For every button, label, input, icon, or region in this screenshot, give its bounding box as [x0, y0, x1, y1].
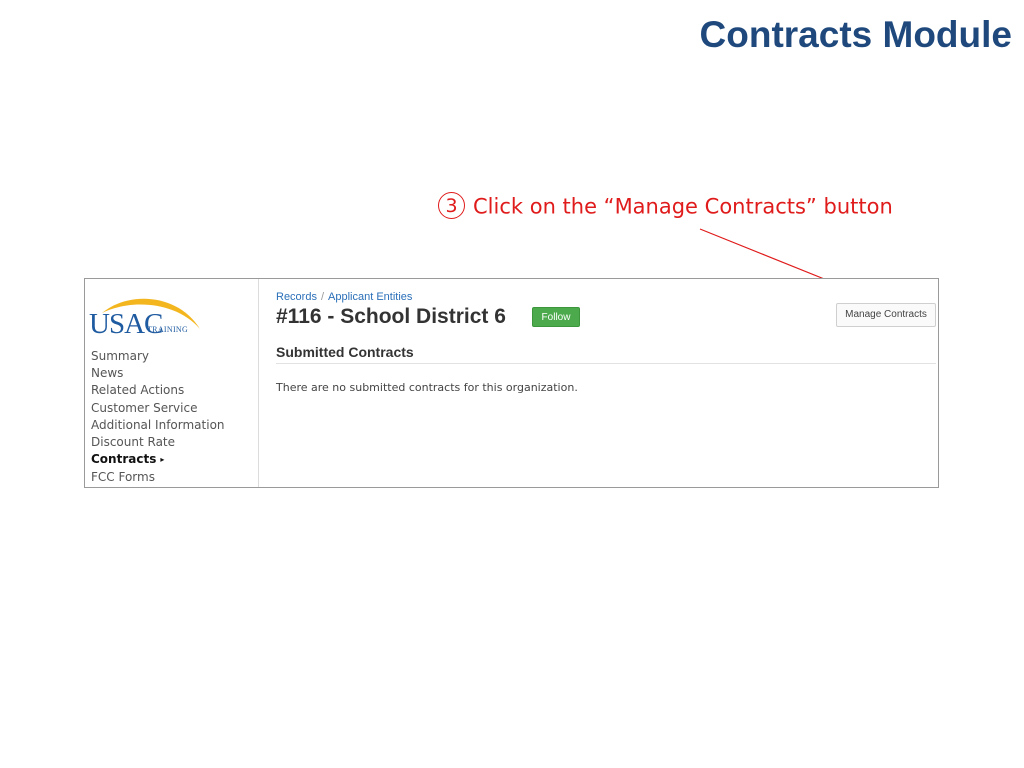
breadcrumb: Records / Applicant Entities [276, 291, 412, 303]
sidebar-item-discount-rate[interactable]: Discount Rate [91, 434, 225, 451]
logo-suffix-text: TRAINING [147, 325, 189, 334]
app-screenshot: USAC TRAINING Summary News Related Actio… [84, 278, 939, 488]
sidebar-item-related-actions[interactable]: Related Actions [91, 382, 225, 399]
breadcrumb-separator: / [320, 291, 325, 303]
breadcrumb-records[interactable]: Records [276, 291, 317, 303]
section-title: Submitted Contracts [276, 344, 414, 360]
sidebar-item-summary[interactable]: Summary [91, 348, 225, 365]
step-number-badge: 3 [438, 192, 465, 219]
sidebar-item-additional-information[interactable]: Additional Information [91, 417, 225, 434]
page-title: #116 - School District 6 [276, 305, 506, 328]
usac-training-logo: USAC TRAINING [88, 291, 208, 340]
breadcrumb-applicant-entities[interactable]: Applicant Entities [328, 291, 412, 303]
main-content: Records / Applicant Entities #116 - School… [259, 279, 938, 487]
sidebar-item-contracts-label: Contracts [91, 452, 157, 467]
slide: Contracts Module 3 Click on the “Manage C… [0, 0, 1024, 768]
sidebar-item-fcc-forms[interactable]: FCC Forms [91, 469, 225, 486]
slide-title: Contracts Module [699, 14, 1012, 55]
sidebar-item-customer-service[interactable]: Customer Service [91, 400, 225, 417]
instruction-text: Click on the “Manage Contracts” button [473, 194, 893, 219]
caret-right-icon: ▸ [160, 455, 165, 465]
empty-state-message: There are no submitted contracts for thi… [276, 381, 578, 394]
instruction-callout: 3 Click on the “Manage Contracts” button [438, 192, 893, 221]
section-divider [276, 363, 936, 364]
manage-contracts-button[interactable]: Manage Contracts [836, 303, 936, 327]
follow-button[interactable]: Follow [532, 307, 580, 327]
sidebar: USAC TRAINING Summary News Related Actio… [85, 279, 259, 487]
sidebar-nav: Summary News Related Actions Customer Se… [91, 348, 225, 486]
sidebar-item-news[interactable]: News [91, 365, 225, 382]
sidebar-item-contracts[interactable]: Contracts ▸ [91, 451, 225, 468]
